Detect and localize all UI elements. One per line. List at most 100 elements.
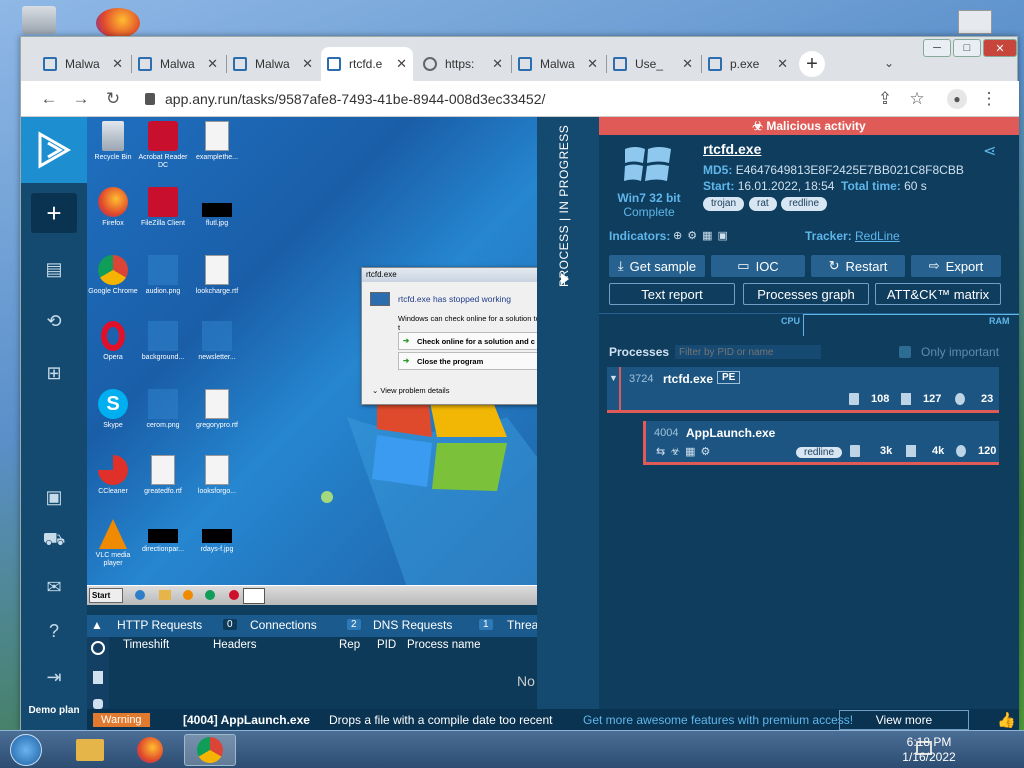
tab-http-requests[interactable]: HTTP Requests [117,618,202,632]
desktop-icon[interactable]: audion.png [137,255,189,296]
star-icon[interactable]: ☆ [907,89,927,109]
desktop-icon[interactable]: examplethe... [191,121,243,162]
close-icon[interactable]: ✕ [396,56,407,72]
desktop-icon[interactable]: Recycle Bin [87,121,139,162]
desktop-icon[interactable]: VLC media player [87,519,139,568]
vm-start-button[interactable]: Start [89,588,123,603]
close-icon[interactable]: ✕ [207,56,218,72]
processes-graph-button[interactable]: Processes graph [743,283,869,305]
reports-icon[interactable]: ▤ [21,249,87,289]
bug-icon[interactable] [93,699,103,709]
browser-tab[interactable]: Malwa ✕ [227,47,319,81]
share-icon[interactable]: ⇪ [875,89,895,109]
desktop-icon[interactable]: CCleaner [87,455,139,496]
tab-connections[interactable]: Connections [250,618,317,632]
collapse-icon[interactable]: ▲ [91,618,103,632]
new-tab-button[interactable]: + [799,51,825,77]
folder-icon[interactable] [159,590,171,600]
windows-start-button[interactable] [2,732,50,768]
play-icon[interactable] [561,273,569,285]
chrome-icon[interactable] [205,590,215,600]
get-sample-button[interactable]: ⤓ Get sample [609,255,705,277]
desktop-icon[interactable]: greatedfo.rtf [137,455,189,496]
close-icon[interactable]: ✕ [682,56,693,72]
desktop-icon[interactable]: S Skype [87,389,139,430]
history-icon[interactable]: ⟲ [21,301,87,341]
tab-dns-requests[interactable]: DNS Requests [373,618,452,632]
running-app-icon[interactable] [243,588,265,604]
thumbs-up-icon[interactable]: 👍 [997,711,1016,729]
column-header[interactable]: Headers [213,639,256,651]
desktop-icon[interactable]: Acrobat Reader DC [137,121,189,170]
desktop-file-icon[interactable] [958,10,992,34]
warning-process[interactable]: [4004] AppLaunch.exe [183,713,310,727]
recycle-bin-icon[interactable] [22,6,56,34]
tag-rat[interactable]: rat [749,197,777,211]
browser-tab[interactable]: Use_ ✕ [607,47,699,81]
anyrun-logo[interactable] [21,117,87,183]
profile-icon[interactable]: ● [947,89,967,109]
close-icon[interactable]: ✕ [302,56,313,72]
tab-search-icon[interactable]: ⌄ [879,53,899,73]
share-icon[interactable]: ⋖ [983,141,996,161]
close-icon[interactable]: ✕ [587,56,598,72]
vm-screen[interactable]: Recycle Bin Acrobat Reader DC examplethe… [87,117,537,605]
mail-icon[interactable]: ✉ [21,567,87,607]
shield-icon[interactable] [229,590,239,600]
desktop-icon[interactable]: cerom.png [137,389,189,430]
tag-redline[interactable]: redline [781,197,828,211]
tag-redline[interactable]: redline [796,447,843,458]
desktop-icon[interactable]: rdays-f.jpg [191,519,243,554]
browser-tab[interactable]: p.exe ✕ [702,47,794,81]
cart-icon[interactable]: ⛟ [21,521,87,561]
browser-tab[interactable]: Malwa ✕ [512,47,604,81]
column-header[interactable]: Rep [339,639,360,651]
close-window-button[interactable]: ✕ [983,39,1017,57]
desktop-icon[interactable]: Opera [87,321,139,362]
column-header[interactable]: Process name [407,639,481,651]
help-icon[interactable]: ? [21,611,87,651]
close-icon[interactable]: ✕ [112,56,123,72]
file-name[interactable]: rtcfd.exe [703,141,761,157]
check-online-option[interactable]: ➔ Check online for a solution and c [398,332,537,350]
close-icon[interactable]: ✕ [777,56,788,72]
browser-tab[interactable]: https: ✕ [417,47,509,81]
minimize-button[interactable]: ─ [923,39,951,57]
profile-card-icon[interactable]: ▣ [21,477,87,517]
new-task-button[interactable]: + [31,193,77,233]
process-row[interactable]: 4004 AppLaunch.exe ⇆☣▦⚙ redline 3k 4k 12… [643,421,999,465]
firefox-icon[interactable] [96,8,140,38]
forward-arrow-icon[interactable]: → [71,89,91,109]
desktop-icon[interactable]: background... [137,321,189,362]
browser-tab[interactable]: Malwa ✕ [132,47,224,81]
tracker-link[interactable]: RedLine [855,229,900,243]
view-more-button[interactable]: View more [839,710,969,730]
ioc-button[interactable]: ▭ IOC [711,255,805,277]
browser-tab[interactable]: Malwa ✕ [37,47,129,81]
view-details-link[interactable]: ⌄ View problem details [372,386,449,395]
restart-button[interactable]: ↻ Restart [811,255,905,277]
desktop-icon[interactable]: newsletter... [191,321,243,362]
desktop-icon[interactable]: Firefox [87,187,139,228]
only-important-checkbox[interactable] [899,346,911,358]
reload-icon[interactable]: ↻ [103,89,123,109]
back-arrow-icon[interactable]: ← [39,89,59,109]
globe-icon[interactable] [91,641,105,655]
maximize-button[interactable]: □ [953,39,981,57]
chrome-taskbar-button[interactable] [184,734,236,766]
ie-icon[interactable] [135,590,145,600]
process-filter-input[interactable] [675,345,821,359]
tag-trojan[interactable]: trojan [703,197,745,211]
desktop-icon[interactable]: FileZilla Client [137,187,189,228]
menu-icon[interactable]: ⋮ [979,89,999,109]
desktop-icon[interactable]: lookcharge.rtf [191,255,243,296]
desktop-icon[interactable]: flutl.jpg [191,187,243,228]
explorer-taskbar-button[interactable] [64,734,116,766]
process-row[interactable]: ▼ 3724 rtcfd.exe PE 108 127 23 [607,367,999,413]
windows-icon[interactable]: ⊞ [21,353,87,393]
column-header[interactable]: PID [377,639,396,651]
desktop-icon[interactable]: gregorypro.rtf [191,389,243,430]
url-field[interactable]: app.any.run/tasks/9587afe8-7493-41be-894… [145,87,885,111]
close-program-option[interactable]: ➔ Close the program [398,352,537,370]
text-report-button[interactable]: Text report [609,283,735,305]
